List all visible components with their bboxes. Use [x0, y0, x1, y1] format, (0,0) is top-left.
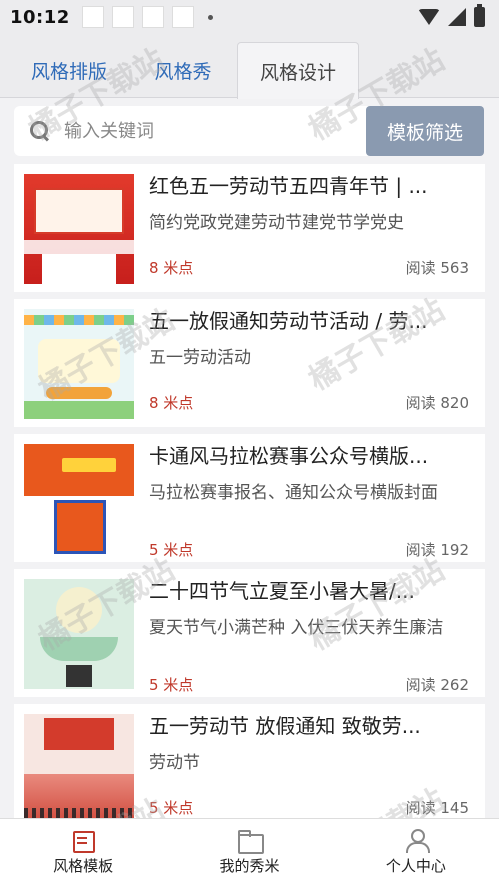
- item-title: 红色五一劳动节五四青年节 | ...: [149, 174, 428, 198]
- list-item[interactable]: 五一劳动节 放假通知 致敬劳... 劳动节 5 米点 阅读 145: [14, 704, 485, 818]
- item-title: 五一放假通知劳动节活动 / 劳...: [149, 309, 428, 333]
- item-price: 5 米点: [149, 676, 194, 694]
- list-item[interactable]: 红色五一劳动节五四青年节 | ... 简约党政党建劳动节建党节学党史 8 米点 …: [14, 164, 485, 292]
- item-description: 五一劳动活动: [149, 348, 251, 368]
- item-read-count: 阅读 192: [405, 541, 469, 559]
- item-read-count: 阅读 145: [405, 799, 469, 817]
- list-item[interactable]: 五一放假通知劳动节活动 / 劳... 五一劳动活动 8 米点 阅读 820: [14, 299, 485, 427]
- item-title: 二十四节气立夏至小暑大暑/...: [149, 579, 415, 603]
- item-title: 卡通风马拉松赛事公众号横版...: [149, 444, 429, 468]
- item-read-count: 阅读 820: [405, 394, 469, 412]
- item-price: 8 米点: [149, 259, 194, 277]
- item-description: 马拉松赛事报名、通知公众号横版封面: [149, 483, 438, 503]
- item-title: 五一劳动节 放假通知 致敬劳...: [149, 714, 421, 738]
- item-description: 劳动节: [149, 753, 200, 773]
- nav-my-xiumi[interactable]: 我的秀米: [166, 819, 332, 888]
- wifi-icon: [418, 9, 440, 25]
- template-thumbnail: [24, 309, 134, 419]
- template-thumbnail: [24, 444, 134, 554]
- tab-layout[interactable]: 风格排版: [14, 42, 124, 98]
- item-price: 5 米点: [149, 541, 194, 559]
- item-description: 夏天节气小满芒种 入伏三伏天养生廉洁: [149, 618, 444, 638]
- folder-icon: [237, 829, 265, 854]
- item-price: 8 米点: [149, 394, 194, 412]
- template-thumbnail: [24, 174, 134, 284]
- signal-icon: [448, 8, 466, 26]
- template-thumbnail: [24, 714, 134, 818]
- nav-label: 个人中心: [385, 857, 446, 875]
- nav-profile[interactable]: 个人中心: [333, 819, 499, 888]
- item-price: 5 米点: [149, 799, 194, 817]
- user-icon: [404, 829, 430, 853]
- top-tab-bar: 风格排版 风格秀 风格设计: [0, 34, 499, 99]
- status-time: 10:12: [10, 6, 70, 28]
- list-item[interactable]: 卡通风马拉松赛事公众号横版... 马拉松赛事报名、通知公众号横版封面 5 米点 …: [14, 434, 485, 562]
- notification-icon: [81, 6, 104, 28]
- template-filter-button[interactable]: 模板筛选: [366, 106, 484, 156]
- bottom-navigation: 风格模板 我的秀米 个人中心: [0, 818, 499, 888]
- search-icon: [30, 121, 50, 141]
- template-icon: [71, 829, 96, 853]
- nav-style-templates[interactable]: 风格模板: [0, 819, 166, 888]
- search-input[interactable]: [64, 120, 344, 142]
- notification-icon: [141, 6, 164, 28]
- more-notifications-icon: [207, 14, 213, 20]
- list-item[interactable]: 二十四节气立夏至小暑大暑/... 夏天节气小满芒种 入伏三伏天养生廉洁 5 米点…: [14, 569, 485, 697]
- item-description: 简约党政党建劳动节建党节学党史: [149, 213, 404, 233]
- template-thumbnail: [24, 579, 134, 689]
- tab-design[interactable]: 风格设计: [237, 42, 359, 99]
- status-bar: 10:12: [0, 0, 499, 34]
- search-bar: 模板筛选: [14, 106, 484, 156]
- item-read-count: 阅读 563: [405, 259, 469, 277]
- tab-showcase[interactable]: 风格秀: [138, 42, 228, 98]
- nav-label: 风格模板: [53, 857, 114, 875]
- notification-icon: [171, 6, 194, 28]
- notification-icon: [111, 6, 134, 28]
- battery-icon: [474, 4, 485, 27]
- nav-label: 我的秀米: [219, 857, 280, 875]
- template-list[interactable]: 红色五一劳动节五四青年节 | ... 简约党政党建劳动节建党节学党史 8 米点 …: [14, 164, 485, 818]
- item-read-count: 阅读 262: [405, 676, 469, 694]
